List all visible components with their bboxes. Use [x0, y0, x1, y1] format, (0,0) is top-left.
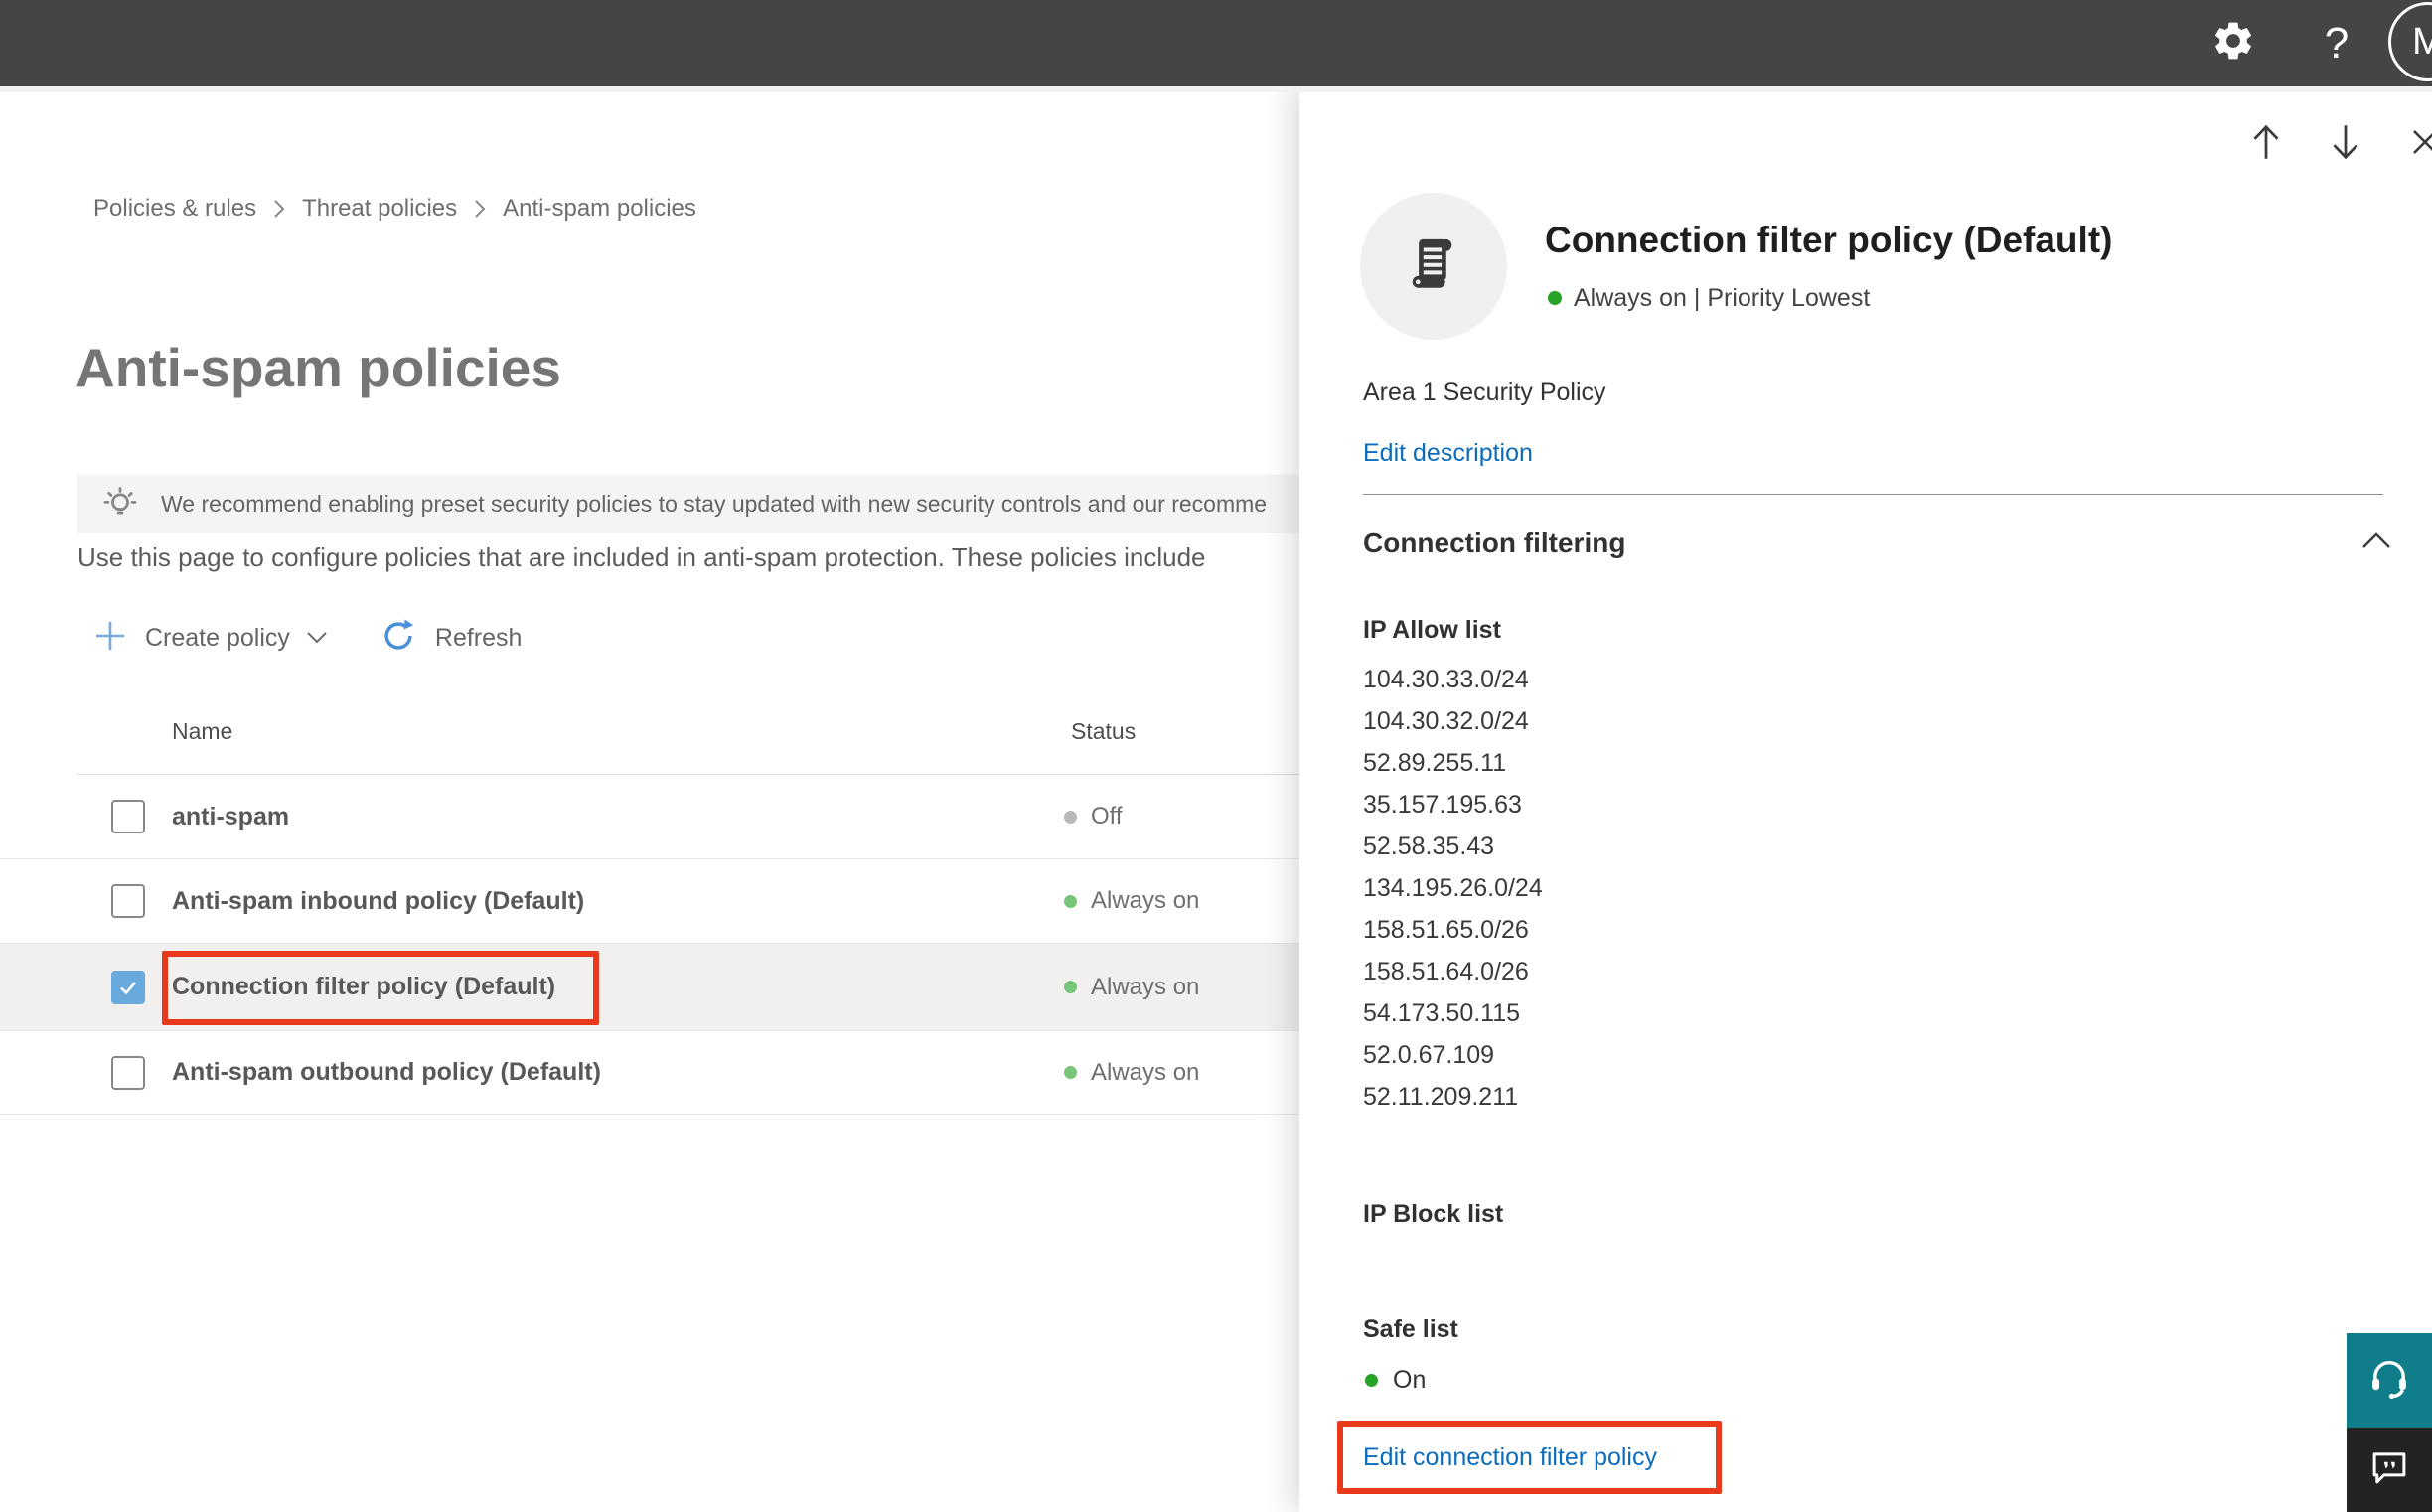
status-dot-on [1064, 1066, 1077, 1079]
policy-description: Area 1 Security Policy [1363, 378, 1606, 406]
details-panel: Connection filter policy (Default) Alway… [1299, 86, 2432, 1512]
policy-name[interactable]: Anti-spam outbound policy (Default) [172, 1058, 601, 1087]
row-checkbox[interactable] [111, 1055, 145, 1090]
breadcrumb-anti-spam-policies[interactable]: Anti-spam policies [503, 195, 696, 223]
chevron-down-icon [306, 631, 328, 645]
help-icon: ? [2324, 18, 2350, 68]
panel-status-line: Always on | Priority Lowest [1548, 283, 1870, 313]
chevron-right-icon [272, 198, 286, 220]
create-policy-button[interactable]: Create policy [93, 619, 328, 658]
previous-item-button[interactable] [2239, 117, 2293, 167]
panel-navigation [2213, 117, 2432, 167]
toolbar: Create policy Refresh [93, 612, 522, 664]
edit-description-link[interactable]: Edit description [1363, 439, 1533, 468]
status-label: Off [1091, 803, 1123, 830]
next-item-button[interactable] [2319, 117, 2372, 167]
policy-avatar [1360, 193, 1507, 340]
feedback-chat-icon [2368, 1446, 2410, 1493]
status-cell: Off [1064, 803, 1123, 831]
ip-allow-list-heading: IP Allow list [1363, 616, 1501, 644]
status-dot-on [1064, 981, 1077, 993]
recommendation-banner: We recommend enabling preset security po… [77, 475, 1299, 533]
breadcrumb-policies-rules[interactable]: Policies & rules [93, 195, 256, 223]
chevron-up-icon[interactable] [2360, 530, 2392, 555]
scroll-policy-icon [1400, 230, 1467, 303]
settings-button[interactable] [2204, 0, 2263, 86]
page-description: Use this page to configure policies that… [77, 542, 1206, 572]
lightbulb-icon [99, 484, 141, 526]
ip-entry: 104.30.33.0/24 [1363, 666, 1529, 693]
headset-icon [2366, 1355, 2412, 1406]
ip-entry: 52.58.35.43 [1363, 832, 1495, 860]
safe-list-status-text: On [1393, 1365, 1427, 1394]
status-dot-off [1064, 810, 1077, 824]
screen: ? M Policies & rules Threat policies Ant… [0, 0, 2432, 1512]
close-panel-button[interactable] [2398, 117, 2432, 167]
gear-icon [2210, 18, 2256, 69]
policy-name[interactable]: anti-spam [172, 803, 289, 832]
status-label: Always on [1091, 973, 1200, 1000]
safe-list-status: On [1365, 1366, 1426, 1394]
status-cell: Always on [1064, 974, 1199, 1001]
ip-entry: 35.157.195.63 [1363, 791, 1522, 819]
panel-title: Connection filter policy (Default) [1545, 220, 2113, 260]
account-avatar[interactable]: M [2388, 2, 2432, 81]
breadcrumb: Policies & rules Threat policies Anti-sp… [93, 195, 696, 223]
column-header-name[interactable]: Name [172, 718, 232, 745]
ip-entry: 52.0.67.109 [1363, 1041, 1495, 1069]
ip-block-list-heading: IP Block list [1363, 1200, 1504, 1228]
refresh-button[interactable]: Refresh [380, 617, 523, 660]
column-header-status[interactable]: Status [1071, 718, 1136, 745]
ip-entry: 158.51.64.0/26 [1363, 958, 1529, 985]
support-button[interactable] [2347, 1333, 2432, 1428]
refresh-label: Refresh [434, 623, 523, 652]
row-checkbox-checked[interactable] [111, 970, 145, 1004]
table-row[interactable]: anti-spam Off [0, 775, 1299, 859]
refresh-icon [380, 617, 417, 660]
help-button[interactable]: ? [2307, 0, 2366, 86]
policy-name[interactable]: Anti-spam inbound policy (Default) [172, 887, 584, 916]
table-row-selected[interactable]: Connection filter policy (Default) Alway… [0, 944, 1299, 1031]
status-label: Always on [1091, 1058, 1200, 1086]
policy-name[interactable]: Connection filter policy (Default) [172, 973, 555, 1001]
table-row[interactable]: Anti-spam inbound policy (Default) Alway… [0, 859, 1299, 944]
safe-list-heading: Safe list [1363, 1315, 1458, 1343]
status-dot-on [1064, 894, 1077, 908]
chevron-right-icon [473, 198, 487, 220]
panel-status-text: Always on | Priority Lowest [1574, 283, 1871, 312]
status-dot-on [1548, 291, 1562, 305]
page-title: Anti-spam policies [76, 337, 561, 398]
topbar-divider [0, 86, 2432, 92]
ip-allow-list: 104.30.33.0/24 104.30.32.0/24 52.89.255.… [1363, 659, 1543, 1118]
status-cell: Always on [1064, 887, 1199, 915]
ip-entry: 54.173.50.115 [1363, 999, 1521, 1027]
edit-connection-filter-policy-link[interactable]: Edit connection filter policy [1363, 1443, 1657, 1472]
ip-entry: 104.30.32.0/24 [1363, 707, 1529, 735]
status-dot-on [1365, 1373, 1378, 1387]
plus-icon [93, 619, 127, 658]
create-policy-label: Create policy [145, 623, 290, 652]
feedback-button[interactable] [2347, 1428, 2432, 1512]
breadcrumb-threat-policies[interactable]: Threat policies [302, 195, 457, 223]
avatar-initial: M [2412, 20, 2432, 63]
top-bar: ? M [0, 0, 2432, 86]
table-row[interactable]: Anti-spam outbound policy (Default) Alwa… [0, 1031, 1299, 1115]
ip-entry: 52.89.255.11 [1363, 749, 1507, 777]
row-checkbox[interactable] [111, 800, 145, 833]
row-checkbox[interactable] [111, 884, 145, 918]
panel-divider [1363, 494, 2383, 495]
ip-entry: 52.11.209.211 [1363, 1083, 1519, 1111]
ip-entry: 134.195.26.0/24 [1363, 874, 1543, 902]
status-label: Always on [1091, 887, 1200, 914]
section-heading-connection-filtering: Connection filtering [1363, 528, 1626, 558]
banner-text: We recommend enabling preset security po… [161, 491, 1268, 517]
ip-entry: 158.51.65.0/26 [1363, 916, 1529, 944]
status-cell: Always on [1064, 1059, 1199, 1087]
